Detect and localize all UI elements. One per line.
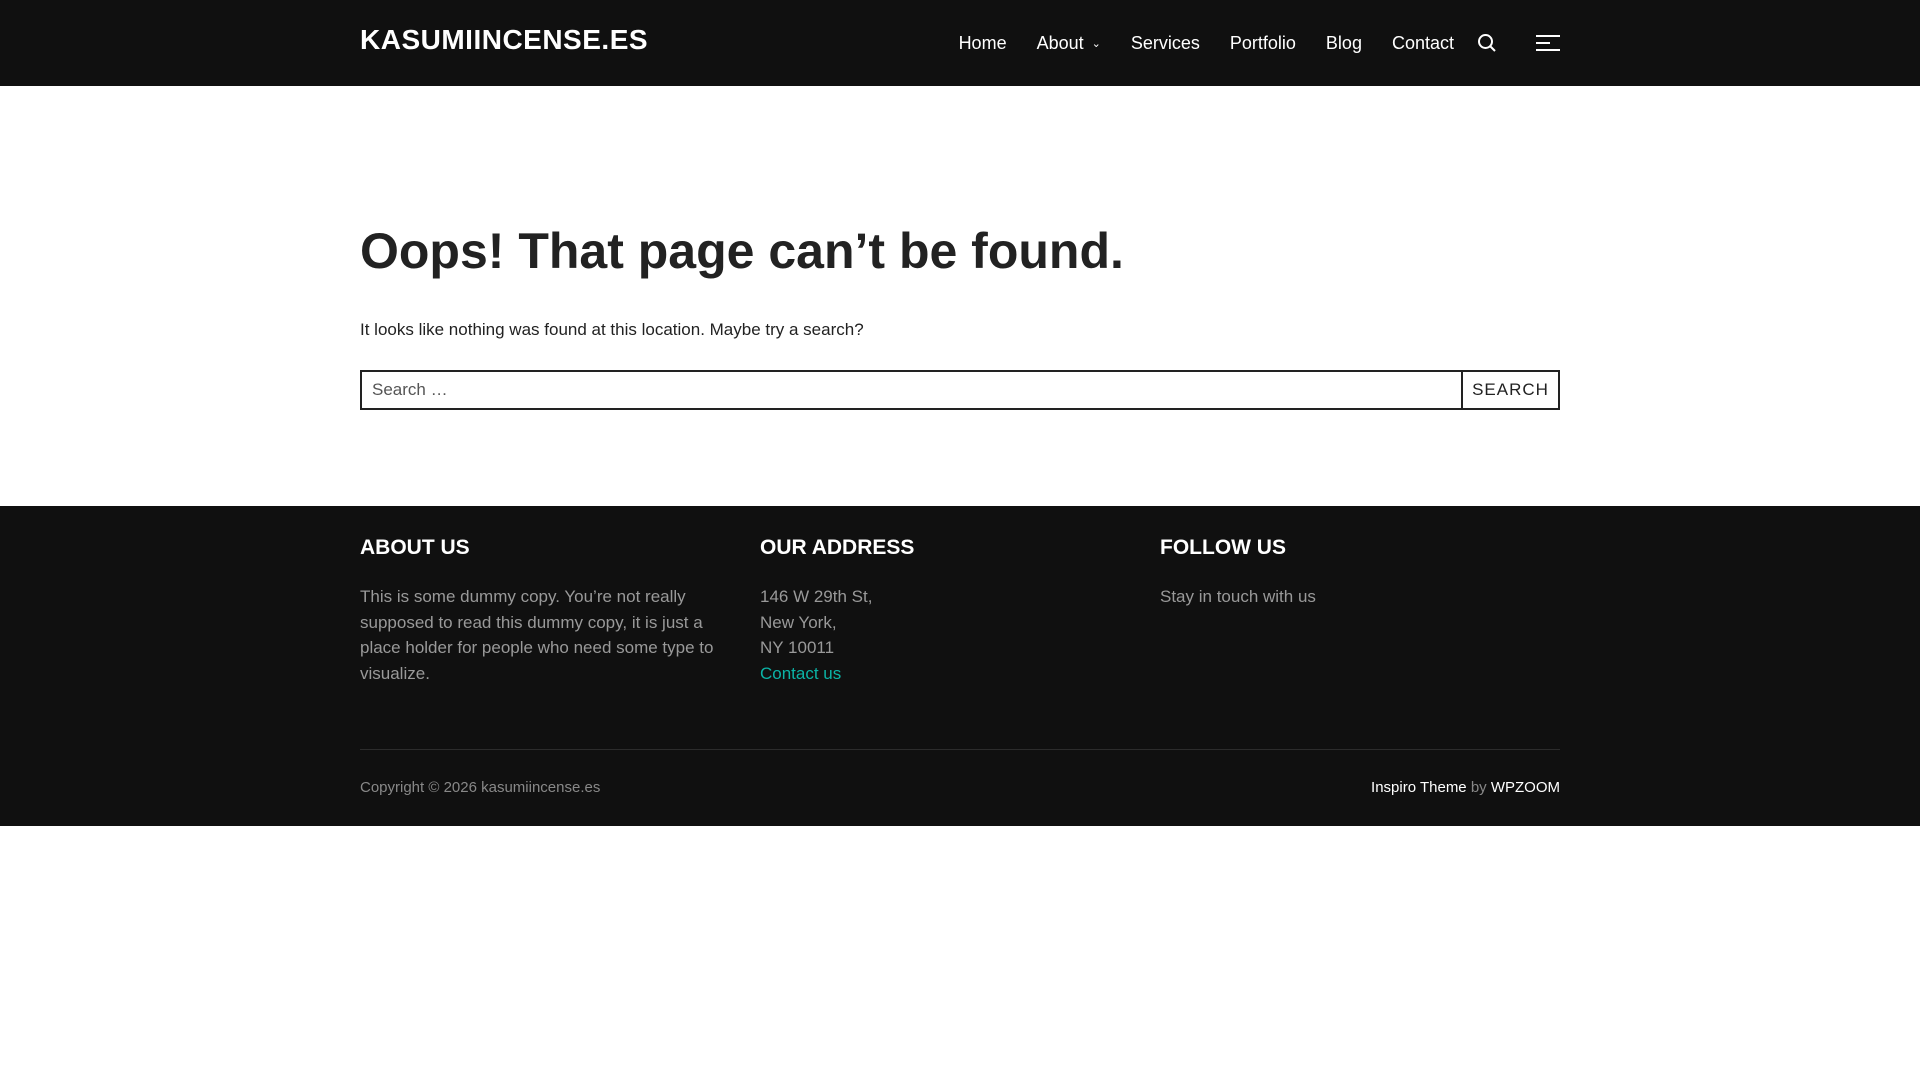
address-line: New York, (760, 612, 837, 632)
nav-services[interactable]: Services (1131, 33, 1200, 54)
nav-portfolio[interactable]: Portfolio (1230, 33, 1296, 54)
footer-follow-title: FOLLOW US (1160, 536, 1286, 559)
menu-toggle-icon[interactable] (1536, 35, 1560, 51)
footer-follow-text: Stay in touch with us (1160, 587, 1316, 606)
main-nav: Home About ⌄ Services Portfolio Blog Cont… (959, 0, 1560, 86)
footer-divider (360, 749, 1560, 750)
site-header: KASUMIINCENSE.ES Home About ⌄ Services Po… (0, 0, 1920, 86)
nav-about-label: About (1036, 32, 1084, 53)
not-found-message: It looks like nothing was found at this … (360, 320, 864, 339)
footer-about-text: This is some dummy copy. You’re not real… (360, 587, 714, 683)
footer-about: ABOUT US This is some dummy copy. You’re… (360, 536, 720, 686)
nav-contact[interactable]: Contact (1392, 33, 1454, 54)
page-title: Oops! That page can’t be found. (360, 223, 1124, 279)
nav-home[interactable]: Home (959, 33, 1007, 54)
footer-address-title: OUR ADDRESS (760, 536, 915, 559)
chevron-down-icon: ⌄ (1091, 37, 1101, 50)
nav-blog[interactable]: Blog (1326, 33, 1362, 54)
copyright: Copyright © 2026 kasumiincense.es (360, 779, 601, 796)
footer-about-title: ABOUT US (360, 536, 470, 559)
search-button[interactable]: SEARCH (1461, 372, 1558, 408)
theme-credit: Inspiro Theme by WPZOOM (1371, 779, 1560, 796)
credit-by: by (1470, 779, 1487, 796)
site-logo[interactable]: KASUMIINCENSE.ES (360, 24, 648, 56)
footer-address: OUR ADDRESS 146 W 29th St, New York, NY … (760, 536, 1120, 686)
search-icon[interactable] (1472, 28, 1502, 58)
site-footer: ABOUT US This is some dummy copy. You’re… (0, 506, 1920, 826)
vendor-link[interactable]: WPZOOM (1491, 779, 1560, 796)
footer-follow: FOLLOW US Stay in touch with us (1160, 536, 1520, 610)
address-line: NY 10011 (760, 638, 835, 657)
contact-us-link[interactable]: Contact us (760, 664, 841, 683)
nav-about[interactable]: About ⌄ (1037, 33, 1101, 54)
search-input[interactable] (362, 372, 1461, 408)
search-form: SEARCH (360, 370, 1560, 410)
theme-link[interactable]: Inspiro Theme (1371, 779, 1467, 796)
address-line: 146 W 29th St, (760, 587, 873, 606)
